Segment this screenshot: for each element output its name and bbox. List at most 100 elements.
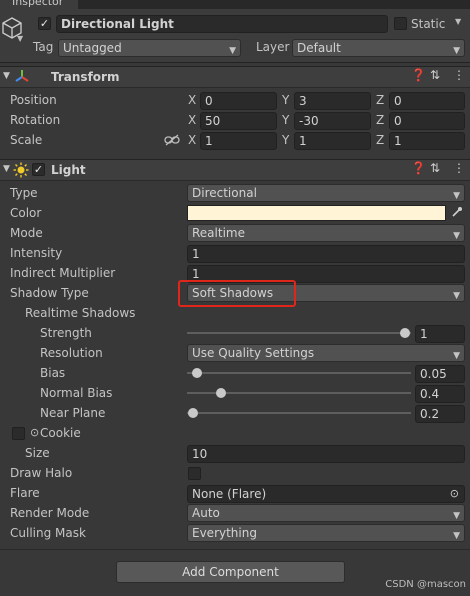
render-mode-value: Auto	[192, 506, 220, 520]
position-z-field[interactable]: 0	[389, 92, 465, 110]
scale-x-label[interactable]: X	[188, 132, 196, 148]
presets-icon[interactable]: ⇅	[430, 68, 440, 82]
more-options-icon[interactable]: ⋮	[453, 68, 465, 82]
scale-label: Scale	[10, 133, 43, 147]
intensity-label: Intensity	[10, 246, 63, 260]
scale-x-field[interactable]: 1	[200, 132, 277, 150]
bias-field[interactable]: 0.05	[415, 365, 465, 383]
near-plane-slider-handle[interactable]	[188, 408, 198, 418]
scale-y-label[interactable]: Y	[282, 132, 289, 148]
transform-header[interactable]: ▼ Transform ❓ ⇅ ⋮	[0, 66, 470, 88]
draw-halo-checkbox[interactable]	[188, 467, 201, 480]
scale-y-field[interactable]: 1	[294, 132, 371, 150]
near-plane-slider-track[interactable]	[187, 412, 411, 414]
more-options-icon[interactable]: ⋮	[453, 161, 465, 175]
static-dropdown-arrow-icon[interactable]: ▼	[455, 17, 461, 26]
chevron-down-icon: ▼	[453, 291, 460, 301]
rotation-z-label[interactable]: Z	[376, 112, 384, 128]
resolution-value: Use Quality Settings	[192, 346, 315, 360]
inspector-tab[interactable]: Inspector	[0, 0, 79, 9]
layer-label: Layer	[256, 40, 290, 54]
chevron-down-icon: ▼	[229, 46, 236, 56]
flare-label: Flare	[10, 486, 40, 500]
near-plane-label: Near Plane	[40, 406, 106, 420]
position-z-label[interactable]: Z	[376, 92, 384, 108]
intensity-field[interactable]: 1	[187, 245, 465, 263]
help-icon[interactable]: ❓	[411, 161, 426, 175]
bias-slider-handle[interactable]	[192, 368, 202, 378]
rotation-x-field[interactable]: 50	[200, 112, 277, 130]
mode-dropdown[interactable]: Realtime ▼	[187, 224, 465, 242]
strength-slider-handle[interactable]	[400, 328, 410, 338]
rotation-y-label[interactable]: Y	[282, 112, 289, 128]
rotation-y-field[interactable]: -30	[294, 112, 371, 130]
light-enabled-checkbox[interactable]: ✓	[32, 163, 45, 176]
help-icon[interactable]: ❓	[411, 68, 426, 82]
foldout-arrow-icon[interactable]: ▼	[3, 71, 10, 81]
tab-strip	[78, 0, 470, 9]
normal-bias-field[interactable]: 0.4	[415, 385, 465, 403]
tag-label: Tag	[33, 40, 54, 54]
light-bulb-icon	[13, 162, 29, 178]
bias-label: Bias	[40, 366, 66, 380]
static-checkbox[interactable]	[394, 17, 407, 30]
chevron-down-icon: ▼	[453, 511, 460, 521]
highlight-box	[178, 280, 296, 307]
realtime-shadows-label: Realtime Shadows	[25, 306, 136, 320]
near-plane-field[interactable]: 0.2	[415, 405, 465, 423]
size-field[interactable]: 10	[187, 445, 465, 463]
strength-slider-track[interactable]	[187, 332, 411, 334]
foldout-arrow-icon[interactable]: ▼	[3, 164, 10, 174]
flare-object-field[interactable]: None (Flare) ⊙	[187, 485, 465, 503]
color-label: Color	[10, 206, 42, 220]
transform-axis-icon	[15, 70, 29, 82]
eyedropper-icon[interactable]	[451, 206, 463, 218]
object-picker-icon: ⊙	[30, 426, 40, 439]
rotation-z-field[interactable]: 0	[389, 112, 465, 130]
type-label: Type	[10, 186, 38, 200]
presets-icon[interactable]: ⇅	[430, 161, 440, 175]
bias-slider-track[interactable]	[187, 372, 411, 374]
resolution-dropdown[interactable]: Use Quality Settings ▼	[187, 344, 465, 362]
render-mode-dropdown[interactable]: Auto ▼	[187, 504, 465, 522]
object-picker-icon[interactable]: ⊙	[450, 486, 459, 502]
cookie-checkbox[interactable]	[12, 427, 25, 440]
object-name-field[interactable]: Directional Light	[56, 15, 388, 33]
icon-dropdown-arrow-icon[interactable]: ▼	[17, 34, 23, 43]
chevron-down-icon: ▼	[453, 231, 460, 241]
mode-label: Mode	[10, 226, 43, 240]
type-dropdown[interactable]: Directional ▼	[187, 184, 465, 202]
watermark: CSDN @mascon	[385, 579, 466, 590]
static-label: Static	[411, 17, 446, 31]
position-y-label[interactable]: Y	[282, 92, 289, 108]
flare-value: None (Flare)	[192, 487, 267, 501]
tag-dropdown[interactable]: Untagged ▼	[58, 39, 241, 57]
layer-value: Default	[297, 41, 341, 55]
culling-mask-label: Culling Mask	[10, 526, 86, 540]
normal-bias-slider-handle[interactable]	[216, 388, 226, 398]
shadow-type-label: Shadow Type	[10, 286, 89, 300]
position-x-label[interactable]: X	[188, 92, 196, 108]
resolution-label: Resolution	[40, 346, 103, 360]
strength-field[interactable]: 1	[415, 325, 465, 343]
size-label: Size	[25, 446, 50, 460]
culling-mask-dropdown[interactable]: Everything ▼	[187, 524, 465, 542]
layer-dropdown[interactable]: Default ▼	[292, 39, 465, 57]
add-component-button[interactable]: Add Component	[116, 561, 345, 583]
position-y-field[interactable]: 3	[294, 92, 371, 110]
color-swatch[interactable]	[187, 205, 446, 221]
culling-mask-value: Everything	[192, 526, 257, 540]
rotation-label: Rotation	[10, 113, 61, 127]
position-x-field[interactable]: 0	[200, 92, 277, 110]
light-header[interactable]: ▼ ✓ Light ❓ ⇅ ⋮	[0, 159, 470, 181]
mode-value: Realtime	[192, 226, 245, 240]
transform-title: Transform	[51, 70, 120, 84]
chevron-down-icon: ▼	[453, 351, 460, 361]
scale-z-field[interactable]: 1	[389, 132, 465, 150]
rotation-x-label[interactable]: X	[188, 112, 196, 128]
chevron-down-icon: ▼	[453, 531, 460, 541]
type-value: Directional	[192, 186, 257, 200]
constrain-proportions-link-icon[interactable]	[164, 134, 180, 146]
object-active-checkbox[interactable]: ✓	[38, 17, 51, 30]
scale-z-label[interactable]: Z	[376, 132, 384, 148]
